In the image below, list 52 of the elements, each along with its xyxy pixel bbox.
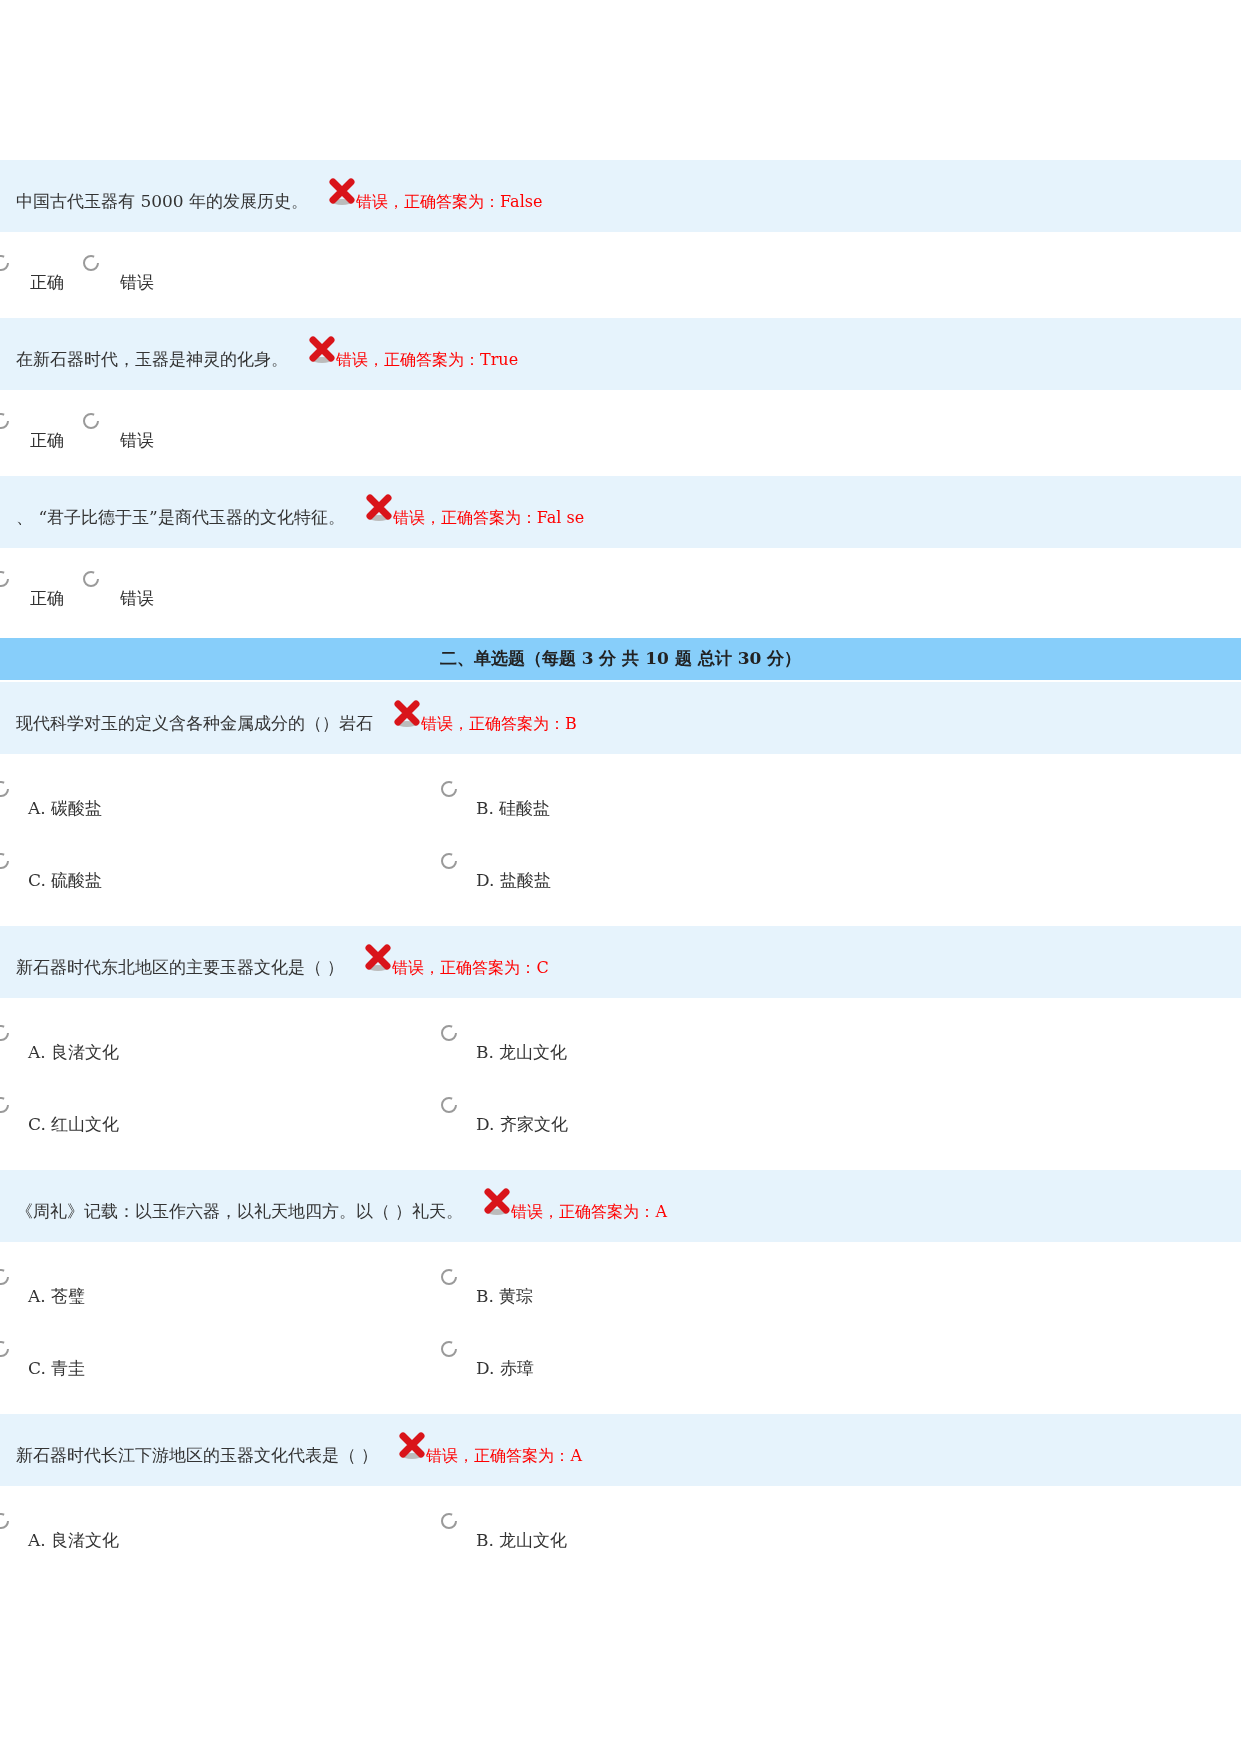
feedback-text: 错误，正确答案为：B [421,713,577,735]
question-text: 新石器时代东北地区的主要玉器文化是（ ） [16,956,345,980]
question-text: 在新石器时代，玉器是神灵的化身。 [16,348,288,372]
option-label: A. 碳酸盐 [28,797,103,820]
radio-button[interactable] [440,1512,458,1530]
cross-icon [398,1432,427,1460]
option-label: 正确 [30,587,64,610]
feedback-text: 错误，正确答案为：C [392,957,549,979]
option-label: 正确 [30,429,64,452]
option-label: 错误 [120,587,154,610]
question-text: 中国古代玉器有 5000 年的发展历史。 [16,190,309,214]
option-label: B. 硅酸盐 [476,797,551,820]
option-label: B. 龙山文化 [476,1529,568,1552]
option-label: D. 盐酸盐 [476,869,551,892]
option-label: A. 良渚文化 [28,1041,120,1064]
option-label: D. 齐家文化 [476,1113,568,1136]
radio-button[interactable] [440,1024,458,1042]
option-label: D. 赤璋 [476,1357,534,1380]
option-label: 错误 [120,429,154,452]
cross-icon [393,700,421,728]
cross-icon [364,944,393,972]
feedback-text: 错误，正确答案为：A [511,1201,667,1223]
option-label: C. 红山文化 [28,1113,120,1136]
radio-button[interactable] [440,1268,458,1286]
option-label: 错误 [120,271,154,294]
option-label: A. 苍璧 [28,1285,86,1308]
option-label: 正确 [30,271,64,294]
question-text: 、 “君子比德于玉”是商代玉器的文化特征。 [16,506,345,530]
radio-button[interactable] [440,780,458,798]
option-label: A. 良渚文化 [28,1529,120,1552]
option-label: C. 硫酸盐 [28,869,103,892]
radio-button[interactable] [82,570,100,588]
cross-icon [308,336,336,364]
cross-icon [328,178,357,206]
feedback-text: 错误，正确答案为：True [336,349,519,371]
question-text: 现代科学对玉的定义含各种金属成分的（）岩石 [16,712,373,736]
question-text: 《周礼》记载：以玉作六器，以礼天地四方。以（ ）礼天。 [16,1200,464,1224]
feedback-text: 错误，正确答案为：False [356,191,543,213]
feedback-text: 错误，正确答案为：Fal se [392,507,585,529]
radio-button[interactable] [440,1096,458,1114]
cross-icon [483,1188,512,1216]
question-text: 新石器时代长江下游地区的玉器文化代表是（ ） [16,1444,379,1468]
option-label: C. 青圭 [28,1357,86,1380]
radio-button[interactable] [82,412,100,430]
cross-icon [364,494,393,522]
radio-button[interactable] [82,254,100,272]
radio-button[interactable] [440,1340,458,1358]
radio-button[interactable] [440,852,458,870]
feedback-text: 错误，正确答案为：A [426,1445,582,1467]
option-label: B. 龙山文化 [476,1041,568,1064]
option-label: B. 黄琮 [476,1285,534,1308]
section-header: 二、单选题（每题 3 分 共 10 题 总计 30 分） [0,638,1241,680]
